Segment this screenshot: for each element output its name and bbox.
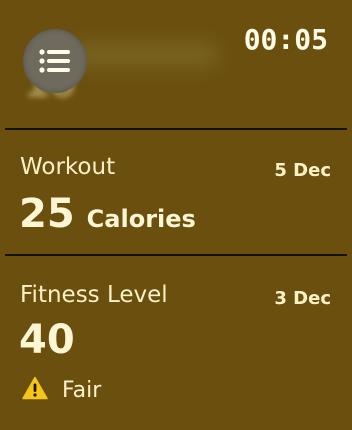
workout-title: Workout [20, 154, 116, 180]
workout-calories-value: 25 [19, 191, 75, 237]
fitness-status: Fair [22, 376, 101, 404]
fitness-level-card[interactable]: Fitness Level 3 Dec 40 Fair [0, 256, 352, 430]
workout-date: 5 Dec [274, 160, 331, 181]
blurred-background-bar [70, 42, 220, 68]
screen: 10 00:05 Workout 5 Dec 25 Calories [0, 0, 352, 430]
menu-button[interactable] [23, 29, 87, 93]
workout-value-row: 25 Calories [19, 190, 196, 238]
fitness-level-value-row: 40 [19, 316, 75, 364]
list-icon [39, 49, 71, 73]
warning-icon [22, 376, 48, 404]
fitness-status-label: Fair [62, 377, 102, 403]
workout-card[interactable]: Workout 5 Dec 25 Calories [0, 130, 352, 254]
fitness-level-date: 3 Dec [274, 288, 331, 309]
header: 10 00:05 [0, 0, 352, 128]
workout-calories-unit: Calories [86, 205, 196, 233]
clock-time: 00:05 [243, 23, 328, 56]
fitness-level-value: 40 [19, 317, 75, 363]
fitness-level-title: Fitness Level [20, 282, 168, 308]
